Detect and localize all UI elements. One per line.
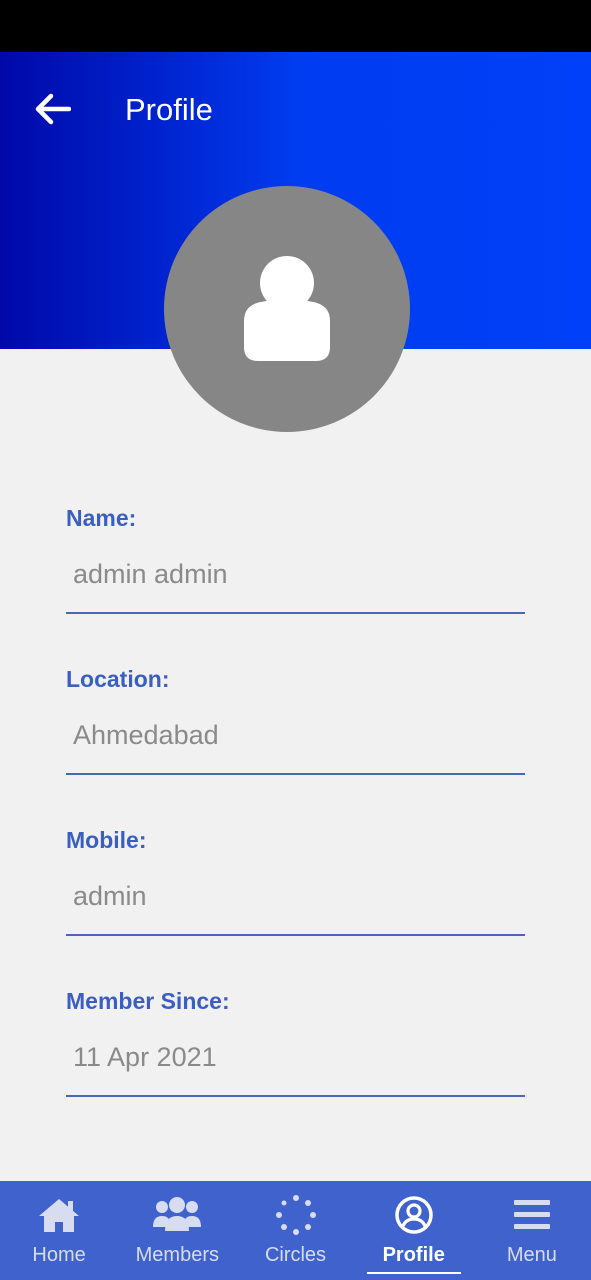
home-icon	[39, 1199, 80, 1232]
nav-label: Members	[135, 1244, 219, 1266]
nav-label: Menu	[506, 1244, 557, 1266]
active-tab-indicator	[366, 1272, 461, 1274]
field-underline	[66, 612, 525, 614]
nav-item-menu[interactable]: Menu	[473, 1181, 591, 1280]
nav-item-circles[interactable]: Circles	[236, 1181, 354, 1280]
avatar[interactable]	[164, 186, 410, 432]
nav-item-home[interactable]: Home	[0, 1181, 118, 1280]
field-label: Member Since:	[66, 988, 230, 1014]
field-value[interactable]: 11 Apr 2021	[73, 1041, 217, 1073]
nav-label: Profile	[382, 1244, 445, 1266]
field-value[interactable]: admin	[73, 880, 147, 912]
status-bar	[0, 0, 591, 52]
page-title: Profile	[125, 92, 213, 127]
back-button[interactable]	[30, 88, 76, 130]
profile-icon	[394, 1196, 433, 1234]
circles-icon	[275, 1195, 316, 1235]
field-mobile: Mobile: admin	[66, 818, 525, 979]
nav-label: Home	[32, 1244, 86, 1266]
field-underline	[66, 934, 525, 936]
field-location: Location: Ahmedabad	[66, 657, 525, 818]
bottom-nav: Home Members Circles Profile Menu	[0, 1181, 591, 1280]
field-member-since: Member Since: 11 Apr 2021	[66, 979, 525, 1140]
members-icon	[153, 1197, 202, 1231]
nav-item-members[interactable]: Members	[118, 1181, 236, 1280]
nav-label: Circles	[264, 1244, 327, 1266]
field-value[interactable]: admin admin	[73, 558, 228, 590]
field-label: Mobile:	[66, 827, 147, 853]
profile-details: Name: admin admin Location: Ahmedabad Mo…	[66, 496, 525, 1140]
field-value[interactable]: Ahmedabad	[73, 719, 219, 751]
menu-icon	[513, 1200, 550, 1229]
user-icon	[244, 256, 330, 361]
nav-item-profile[interactable]: Profile	[355, 1181, 473, 1280]
field-underline	[66, 773, 525, 775]
field-label: Name:	[66, 505, 137, 531]
arrow-left-icon	[35, 93, 71, 125]
field-label: Location:	[66, 666, 170, 692]
field-underline	[66, 1095, 525, 1097]
field-name: Name: admin admin	[66, 496, 525, 657]
